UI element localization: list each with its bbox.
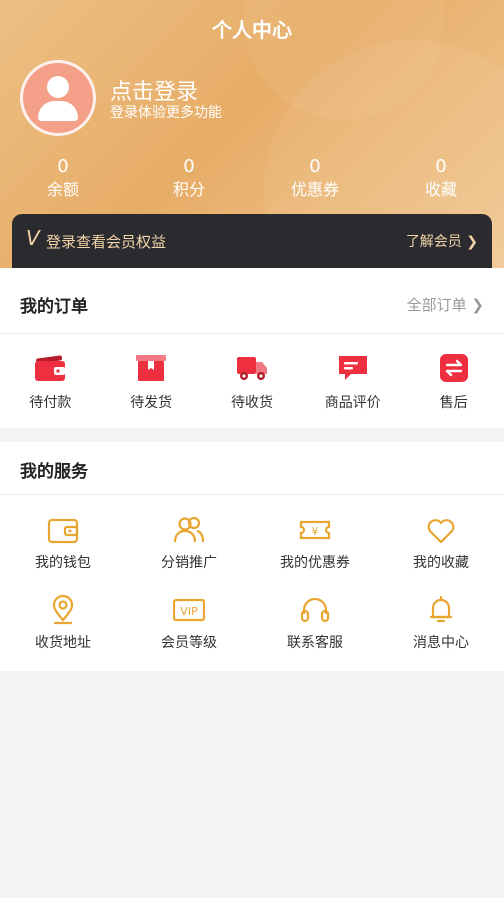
avatar[interactable]	[20, 60, 96, 136]
member-banner-text: 登录查看会员权益	[46, 233, 167, 251]
all-orders-link[interactable]: 全部订单 ❯	[407, 294, 484, 315]
member-learn-more-link[interactable]: 了解会员 ❯	[406, 231, 478, 251]
order-pending-shipment[interactable]: 待发货	[101, 334, 202, 428]
order-label: 待发货	[130, 395, 173, 411]
service-label: 我的收藏	[413, 555, 469, 571]
services-header: 我的服务	[0, 442, 504, 495]
order-after-sales[interactable]: 售后	[403, 334, 504, 428]
svg-text:¥: ¥	[312, 525, 319, 538]
service-customer-support[interactable]: 联系客服	[252, 584, 378, 664]
orders-card: 我的订单 全部订单 ❯ 待付款 待发货 待收货 商品评价 售后	[0, 268, 504, 428]
stat-value: 0	[183, 156, 195, 177]
order-pending-payment[interactable]: 待付款	[0, 334, 101, 428]
stat-label: 收藏	[424, 180, 457, 199]
stat-label: 余额	[46, 180, 79, 199]
stat-coupons[interactable]: 0 优惠券	[252, 156, 378, 201]
avatar-head	[47, 76, 69, 98]
wallet-icon	[35, 355, 66, 381]
service-membership[interactable]: VIP 会员等级	[126, 584, 252, 664]
stat-value: 0	[309, 156, 321, 177]
profile-header: 个人中心 点击登录 登录体验更多功能 0 余额 0 积分 0 优惠券 0 收藏 …	[0, 0, 504, 268]
order-label: 售后	[439, 395, 468, 411]
wallet-icon	[47, 518, 79, 544]
users-icon	[173, 516, 205, 543]
avatar-body	[38, 101, 78, 121]
service-label: 我的钱包	[35, 555, 91, 571]
box-icon	[136, 355, 167, 381]
order-review[interactable]: 商品评价	[302, 334, 403, 428]
heart-icon	[427, 519, 455, 544]
service-label: 会员等级	[161, 635, 217, 651]
order-label: 商品评价	[324, 395, 381, 411]
stats-row: 0 余额 0 积分 0 优惠券 0 收藏	[0, 156, 504, 201]
vip-v-icon: V	[26, 226, 40, 250]
service-label: 分销推广	[161, 555, 217, 571]
service-distribution[interactable]: 分销推广	[126, 504, 252, 584]
service-messages[interactable]: 消息中心	[378, 584, 504, 664]
service-wallet[interactable]: 我的钱包	[0, 504, 126, 584]
service-label: 联系客服	[287, 635, 343, 651]
stat-label: 积分	[172, 180, 205, 199]
stat-value: 0	[435, 156, 447, 177]
services-title: 我的服务	[20, 462, 88, 482]
order-label: 待收货	[230, 395, 273, 411]
service-favorites[interactable]: 我的收藏	[378, 504, 504, 584]
bell-icon	[430, 595, 452, 623]
stat-points[interactable]: 0 积分	[126, 156, 252, 201]
orders-title: 我的订单	[20, 297, 88, 317]
stat-value: 0	[57, 156, 69, 177]
services-card: 我的服务 我的钱包 分销推广 ¥ 我的优惠券 我的收藏 收货地址 VIP 会员等…	[0, 442, 504, 671]
coupon-icon: ¥	[299, 520, 331, 540]
order-label: 待付款	[29, 395, 72, 411]
svg-text:VIP: VIP	[180, 605, 198, 618]
headset-icon	[300, 597, 330, 623]
service-label: 消息中心	[413, 635, 469, 651]
service-label: 我的优惠券	[280, 555, 350, 571]
vip-icon: VIP	[173, 598, 205, 622]
exchange-icon	[439, 354, 468, 382]
stat-favorites[interactable]: 0 收藏	[378, 156, 504, 201]
stat-balance[interactable]: 0 余额	[0, 156, 126, 201]
services-grid: 我的钱包 分销推广 ¥ 我的优惠券 我的收藏 收货地址 VIP 会员等级 联系客…	[0, 495, 504, 671]
service-coupons[interactable]: ¥ 我的优惠券	[252, 504, 378, 584]
truck-icon	[236, 357, 267, 380]
location-icon	[52, 594, 74, 625]
member-banner[interactable]: V 登录查看会员权益 了解会员 ❯	[12, 214, 492, 268]
order-pending-receipt[interactable]: 待收货	[202, 334, 303, 428]
service-label: 收货地址	[35, 635, 91, 651]
stat-label: 优惠券	[290, 180, 339, 199]
service-address[interactable]: 收货地址	[0, 584, 126, 664]
orders-header: 我的订单 全部订单 ❯	[0, 268, 504, 334]
orders-row: 待付款 待发货 待收货 商品评价 售后	[0, 334, 504, 428]
page-title: 个人中心	[212, 18, 292, 42]
login-subtitle: 登录体验更多功能	[110, 105, 222, 121]
comment-icon	[338, 356, 367, 380]
